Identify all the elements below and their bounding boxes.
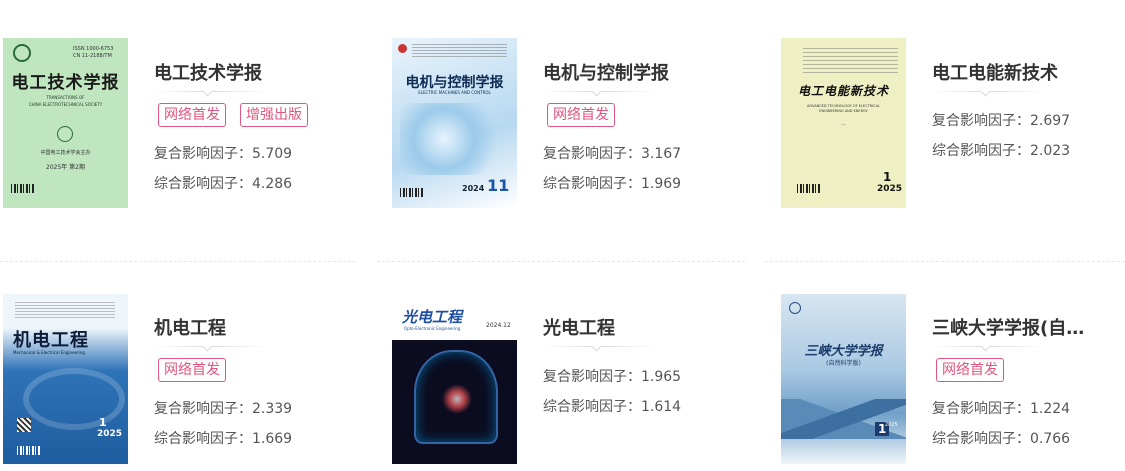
title-underline bbox=[543, 346, 655, 347]
barcode-icon bbox=[11, 184, 35, 193]
cover-subtitle: (自然科学版) bbox=[826, 360, 861, 367]
comprehensive-impact-factor: 综合影响因子：0.766 bbox=[932, 431, 1071, 447]
tag-list: 网络首发 bbox=[936, 358, 1004, 382]
row-divider bbox=[377, 261, 745, 262]
row-divider bbox=[765, 261, 1125, 262]
tag-network-first[interactable]: 网络首发 bbox=[158, 358, 226, 382]
cover-subtitle: Opto-Electronic Engineering bbox=[404, 326, 461, 331]
tag-network-first[interactable]: 网络首发 bbox=[936, 358, 1004, 382]
gear-art bbox=[23, 368, 125, 430]
cover-issue-number: 11 bbox=[487, 176, 510, 195]
cover-year: 2025 bbox=[885, 422, 898, 428]
cover-year-issue: 2024.12 bbox=[486, 322, 511, 329]
emblem-icon bbox=[789, 302, 801, 314]
journal-title[interactable]: 光电工程 bbox=[543, 314, 713, 340]
journal-card: 光电工程 Opto-Electronic Engineering 2024.12… bbox=[389, 0, 751, 464]
journal-title[interactable]: 三峡大学学报(自然科学版) bbox=[932, 314, 1098, 340]
journal-cover[interactable]: 光电工程 Opto-Electronic Engineering 2024.12 bbox=[392, 294, 517, 464]
cover-year: 2024 bbox=[462, 184, 485, 193]
cover-year: 2025 bbox=[97, 429, 123, 439]
comprehensive-impact-factor: 综合影响因子：1.614 bbox=[543, 399, 682, 415]
cover-title: 三峡大学学报 bbox=[804, 344, 883, 359]
row-divider bbox=[0, 261, 356, 262]
cover-title: 光电工程 bbox=[402, 308, 463, 326]
barcode-icon bbox=[400, 188, 424, 197]
tag-list: 网络首发 bbox=[158, 358, 226, 382]
composite-impact-factor: 复合影响因子：1.965 bbox=[543, 369, 682, 385]
composite-impact-factor: 复合影响因子：2.339 bbox=[154, 401, 293, 417]
comprehensive-impact-factor: 综合影响因子：1.969 bbox=[543, 176, 682, 192]
barcode-icon bbox=[17, 446, 41, 455]
cover-subtitle: Mechanical & Electrical Engineering bbox=[13, 350, 85, 355]
journal-card: 机电工程 Mechanical & Electrical Engineering… bbox=[0, 0, 362, 464]
cover-issue-number: 1 bbox=[99, 416, 107, 429]
comprehensive-impact-factor: 综合影响因子：1.669 bbox=[154, 431, 293, 447]
journal-cover[interactable]: 机电工程 Mechanical & Electrical Engineering… bbox=[3, 294, 128, 464]
composite-impact-factor: 复合影响因子：1.224 bbox=[932, 401, 1071, 417]
cover-title: 机电工程 bbox=[13, 330, 89, 351]
qr-code-icon bbox=[17, 418, 31, 432]
barcode-icon bbox=[797, 184, 821, 193]
journal-title[interactable]: 机电工程 bbox=[154, 314, 324, 340]
journal-card: 三峡大学学报 (自然科学版) 1 2025 三峡大学学报(自然科学版) 网络首发… bbox=[778, 0, 1125, 464]
journal-cover[interactable]: 三峡大学学报 (自然科学版) 1 2025 bbox=[781, 294, 906, 464]
title-underline bbox=[154, 346, 266, 347]
cover-year: 2025 bbox=[877, 184, 903, 194]
comprehensive-impact-factor: 综合影响因子：4.286 bbox=[154, 176, 293, 192]
title-underline bbox=[932, 346, 1044, 347]
